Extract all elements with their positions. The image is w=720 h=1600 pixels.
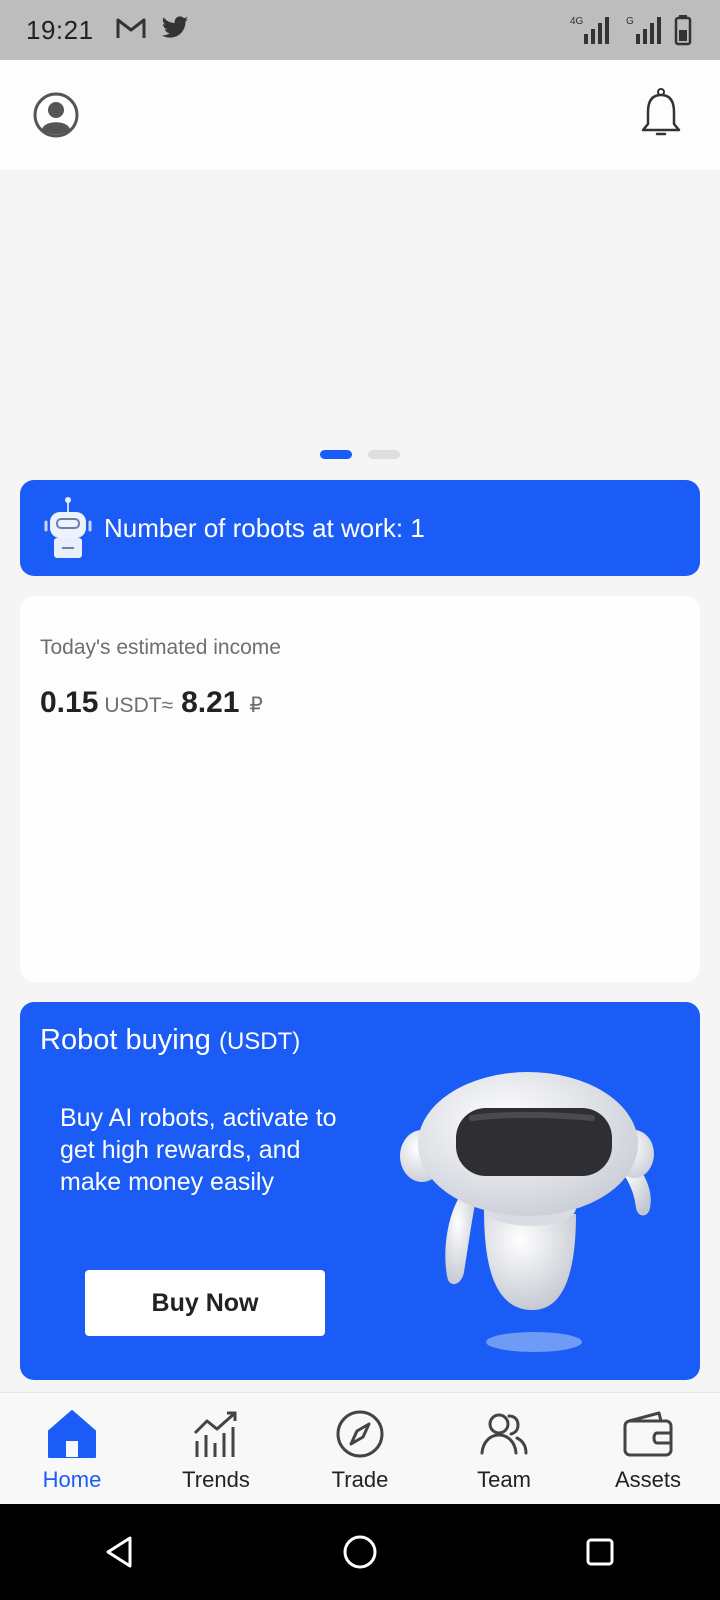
gmail-icon <box>116 16 146 45</box>
wallet-icon <box>621 1407 675 1461</box>
income-values: 0.15 USDT ≈ 8.21 ₽ <box>40 686 263 720</box>
nav-home[interactable]: Home <box>0 1393 144 1505</box>
buy-description: Buy AI robots, activate to get high rewa… <box>60 1104 337 1196</box>
rub-unit: ₽ <box>249 694 263 717</box>
nav-team[interactable]: Team <box>432 1393 576 1505</box>
nav-trends[interactable]: Trends <box>144 1393 288 1505</box>
nav-trade-label: Trade <box>331 1467 389 1492</box>
recents-icon[interactable] <box>580 1532 620 1572</box>
compass-icon <box>333 1407 387 1461</box>
signal-4g-icon: 4G <box>570 14 618 51</box>
nav-assets-label: Assets <box>614 1467 682 1492</box>
bell-icon[interactable] <box>640 88 682 140</box>
carousel-dot-active[interactable] <box>320 450 352 459</box>
buy-title-text: Robot buying <box>40 1024 211 1056</box>
usdt-unit: USDT <box>104 694 162 717</box>
nav-home-label: Home <box>42 1467 102 1492</box>
income-card: Today's estimated income 0.15 USDT ≈ 8.2… <box>20 596 700 982</box>
user-avatar-icon[interactable] <box>33 92 79 138</box>
banner-carousel[interactable] <box>0 170 720 470</box>
battery-icon <box>674 14 692 51</box>
nav-trends-label: Trends <box>182 1467 250 1492</box>
twitter-icon <box>160 15 190 45</box>
carousel-indicator <box>0 450 720 459</box>
approx-sign: ≈ <box>161 694 174 717</box>
robots-at-work-card[interactable]: Number of robots at work: 1 <box>20 480 700 576</box>
nav-assets[interactable]: Assets <box>576 1393 720 1505</box>
svg-text:4G: 4G <box>570 16 584 27</box>
team-icon <box>477 1407 531 1461</box>
usdt-income-value: 0.15 <box>40 686 99 719</box>
bottom-navigation: Home Trends Trade Team Assets <box>0 1392 720 1505</box>
robot-buying-card: Robot buying (USDT) Buy AI robots, activ… <box>20 1002 700 1380</box>
robot-icon <box>44 496 92 560</box>
income-label: Today's estimated income <box>40 636 281 659</box>
status-time: 19:21 <box>26 14 94 45</box>
trends-icon <box>189 1407 243 1461</box>
notification-icons <box>116 15 190 45</box>
back-icon[interactable] <box>100 1532 140 1572</box>
robots-count-text: Number of robots at work: 1 <box>104 512 425 543</box>
nav-team-label: Team <box>477 1467 531 1492</box>
carousel-dot[interactable] <box>368 450 400 459</box>
nav-trade[interactable]: Trade <box>288 1393 432 1505</box>
status-right-icons: 4G G <box>570 14 692 51</box>
buy-card-title: Robot buying (USDT) <box>40 1024 300 1057</box>
home-circle-icon[interactable] <box>340 1532 380 1572</box>
robot-illustration <box>392 1058 672 1368</box>
status-bar: 19:21 4G G <box>0 0 720 60</box>
home-icon <box>45 1407 99 1461</box>
rub-income-value: 8.21 <box>181 686 240 719</box>
buy-title-unit: (USDT) <box>218 1028 301 1055</box>
buy-now-button[interactable]: Buy Now <box>85 1270 325 1336</box>
svg-text:G: G <box>626 16 634 27</box>
system-navigation-bar <box>0 1504 720 1600</box>
top-bar <box>0 60 720 170</box>
signal-g-icon: G <box>626 14 666 51</box>
